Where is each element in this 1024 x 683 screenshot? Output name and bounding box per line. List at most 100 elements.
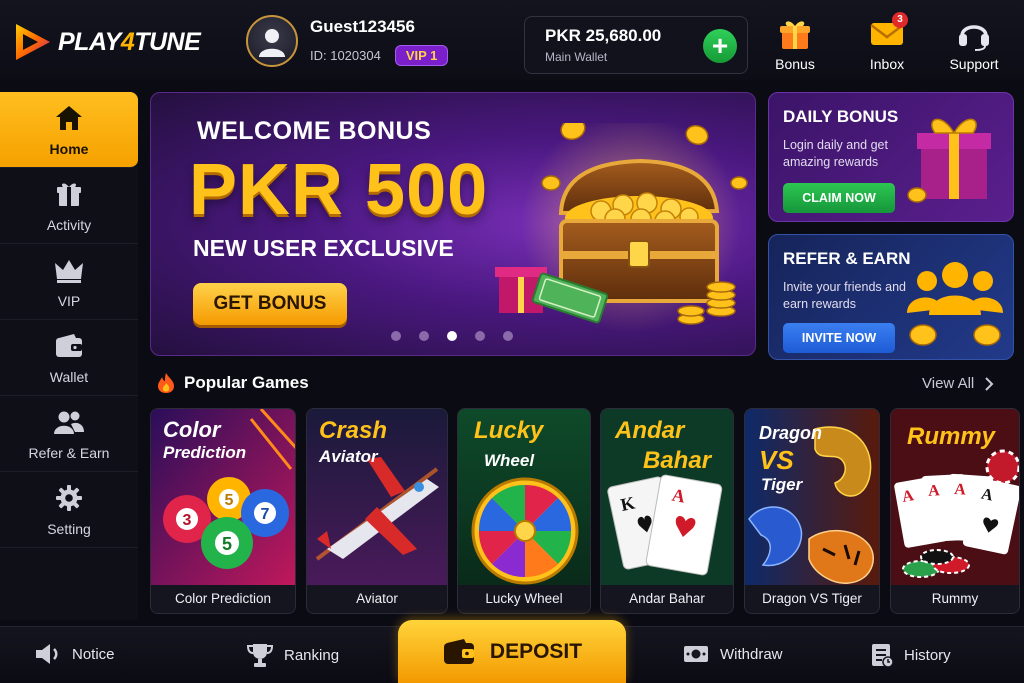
game-title-line-2: Aviator xyxy=(319,447,378,466)
game-card-lucky-wheel[interactable]: Lucky Wheel Lucky Wheel xyxy=(457,408,591,614)
get-bonus-button[interactable]: GET BONUS xyxy=(193,283,347,325)
pagination-dot[interactable] xyxy=(391,331,401,341)
sidebar-item-label: Activity xyxy=(46,216,92,233)
wallet-label: Main Wallet xyxy=(545,50,608,64)
pagination-dot[interactable] xyxy=(475,331,485,341)
speaker-icon xyxy=(36,644,58,664)
pagination-dot-active[interactable] xyxy=(447,331,457,341)
notice-button[interactable]: Notice xyxy=(34,642,115,666)
ranking-button[interactable]: Ranking xyxy=(246,642,339,668)
daily-bonus-card[interactable]: DAILY BONUS Login daily and get amazing … xyxy=(768,92,1014,222)
invite-now-button[interactable]: INVITE NOW xyxy=(783,323,895,353)
history-icon xyxy=(872,644,894,668)
banner-subtitle: NEW USER EXCLUSIVE xyxy=(193,235,454,261)
game-card-dragon-vs-tiger[interactable]: Dragon VS Tiger Dragon VS Tiger xyxy=(744,408,880,614)
game-name: Dragon VS Tiger xyxy=(745,585,879,613)
wallet-icon xyxy=(56,333,82,357)
svg-text:5: 5 xyxy=(222,534,232,554)
game-card-aviator[interactable]: Crash Aviator Aviator xyxy=(306,408,448,614)
game-title-line-3: Tiger xyxy=(761,475,803,494)
bonus-button[interactable]: Bonus xyxy=(760,16,830,72)
friends-icon xyxy=(907,262,1003,346)
pagination-dot[interactable] xyxy=(419,331,429,341)
crown-icon xyxy=(55,259,83,283)
ranking-label: Ranking xyxy=(284,646,340,664)
history-button[interactable]: History xyxy=(870,642,951,668)
section-title: Popular Games xyxy=(184,373,309,392)
welcome-banner[interactable]: WELCOME BONUS PKR 500 NEW USER EXCLUSIVE… xyxy=(150,92,756,356)
withdraw-label: Withdraw xyxy=(720,645,783,663)
game-name: Lucky Wheel xyxy=(458,585,590,613)
svg-text:5: 5 xyxy=(225,492,234,509)
sidebar-item-label: Setting xyxy=(47,520,91,537)
popular-games-header: Popular Games xyxy=(156,372,309,394)
game-name: Color Prediction xyxy=(151,585,295,613)
wallet-icon xyxy=(443,638,474,664)
sidebar-item-home[interactable]: Home xyxy=(0,92,138,168)
deposit-label: DEPOSIT xyxy=(489,639,583,663)
support-label: Support xyxy=(949,56,999,72)
game-title-line-1: Rummy xyxy=(907,423,996,450)
add-funds-button[interactable]: + xyxy=(703,29,737,63)
sidebar-item-refer-earn[interactable]: Refer & Earn xyxy=(0,396,138,472)
trophy-icon xyxy=(246,644,274,667)
top-bar: PLAY4TUNE Guest123456 ID: 1020304 VIP 1 … xyxy=(0,0,1024,80)
bonus-label: Bonus xyxy=(775,56,815,72)
refer-earn-card[interactable]: REFER & EARN Invite your friends and ear… xyxy=(768,234,1014,360)
game-title-line-2: Bahar xyxy=(643,447,712,474)
svg-text:3: 3 xyxy=(183,512,192,529)
history-label: History xyxy=(904,646,951,664)
sidebar-item-label: Home xyxy=(49,140,89,157)
pagination-dot[interactable] xyxy=(503,331,513,341)
game-card-rummy[interactable]: A A A A Rummy Rummy xyxy=(890,408,1020,614)
inbox-badge: 3 xyxy=(892,12,908,28)
user-name: Guest123456 xyxy=(310,16,415,36)
avatar[interactable] xyxy=(246,15,298,67)
withdraw-button[interactable]: Withdraw xyxy=(682,642,783,666)
wallet-balance[interactable]: PKR 25,680.00 Main Wallet + xyxy=(524,16,748,74)
claim-now-button[interactable]: CLAIM NOW xyxy=(783,183,895,213)
sidebar-item-activity[interactable]: Activity xyxy=(0,168,138,244)
sidebar-item-wallet[interactable]: Wallet xyxy=(0,320,138,396)
game-title-line-2: VS xyxy=(759,445,794,475)
cash-icon xyxy=(684,646,708,662)
games-grid: 5 3 7 5 Color Prediction Color Predictio… xyxy=(150,408,1022,614)
user-id: ID: 1020304 xyxy=(310,47,381,63)
banner-title: WELCOME BONUS xyxy=(197,117,432,145)
game-title-line-1: Crash xyxy=(319,417,388,444)
promo-description: Invite your friends and earn rewards xyxy=(783,280,906,311)
deposit-button[interactable]: DEPOSIT xyxy=(398,620,626,683)
inbox-button[interactable]: 3 Inbox xyxy=(852,12,922,72)
promo-title: DAILY BONUS xyxy=(783,107,899,126)
vip-badge[interactable]: VIP 1 xyxy=(394,44,449,66)
chevron-right-icon xyxy=(985,376,994,391)
user-profile[interactable]: Guest123456 ID: 1020304 VIP 1 xyxy=(246,15,449,67)
game-card-color-prediction[interactable]: 5 3 7 5 Color Prediction Color Predictio… xyxy=(150,408,296,614)
home-icon xyxy=(56,105,82,130)
game-title-line-1: Andar xyxy=(615,417,685,444)
gift-icon xyxy=(780,21,810,49)
users-icon xyxy=(54,411,84,434)
game-name: Aviator xyxy=(307,585,447,613)
inbox-label: Inbox xyxy=(869,56,905,72)
headset-icon xyxy=(959,25,989,51)
fire-icon xyxy=(158,373,174,393)
game-title-line-1: Dragon xyxy=(759,423,822,443)
sidebar-item-vip[interactable]: VIP xyxy=(0,244,138,320)
sidebar: Home Activity VIP Wallet Refer & Earn Se… xyxy=(0,92,138,620)
game-title-line-1: Lucky xyxy=(474,417,544,444)
treasure-chest-icon xyxy=(495,123,748,333)
game-card-andar-bahar[interactable]: K A Andar Bahar Andar Bahar xyxy=(600,408,734,614)
sidebar-item-setting[interactable]: Setting xyxy=(0,472,138,548)
promo-title: REFER & EARN xyxy=(783,249,911,268)
gear-icon xyxy=(56,484,82,511)
banner-pagination xyxy=(391,331,513,341)
wallet-amount: PKR 25,680.00 xyxy=(545,26,662,45)
support-button[interactable]: Support xyxy=(939,16,1009,72)
view-all-label: View All xyxy=(922,375,975,392)
game-name: Andar Bahar xyxy=(601,585,733,613)
view-all-link[interactable]: View All xyxy=(922,375,994,392)
app-logo-text: PLAY4TUNE xyxy=(58,27,201,56)
app-logo[interactable]: PLAY4TUNE xyxy=(10,20,201,64)
user-icon xyxy=(259,29,285,57)
